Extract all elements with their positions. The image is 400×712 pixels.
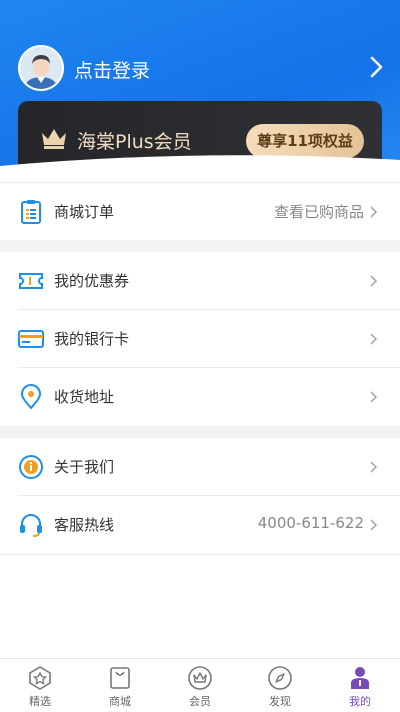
crown-icon (188, 666, 212, 690)
login-link[interactable]: 点击登录 (74, 56, 150, 83)
crown-icon (42, 129, 66, 149)
section-gap (0, 240, 400, 252)
menu-label: 关于我们 (54, 458, 115, 476)
menu-label: 商城订单 (54, 203, 115, 221)
clipboard-icon (21, 200, 41, 224)
menu-item-about[interactable]: 关于我们 (0, 438, 400, 496)
star-shield-icon (29, 666, 51, 690)
menu-label: 客服热线 (54, 516, 115, 534)
shopping-bag-icon (110, 667, 130, 689)
tab-mall[interactable]: 商城 (80, 659, 160, 712)
profile-icon (351, 667, 369, 689)
avatar[interactable] (18, 45, 64, 91)
profile-header: 点击登录 海棠Plus会员 尊享11项权益 (0, 0, 400, 190)
menu-extra: 查看已购商品 (273, 203, 364, 221)
location-pin-icon (20, 384, 42, 410)
tab-mine[interactable]: 我的 (320, 659, 400, 712)
headset-icon (20, 514, 42, 537)
tab-label: 精选 (29, 695, 51, 708)
bank-card-icon (18, 330, 44, 348)
tab-member[interactable]: 会员 (160, 659, 240, 712)
chevron-right-icon[interactable] (366, 54, 386, 80)
tab-label: 我的 (349, 695, 371, 708)
tab-featured[interactable]: 精选 (0, 659, 80, 712)
menu-label: 我的优惠券 (54, 272, 130, 290)
hotline-number: 4000-611-622 (257, 514, 364, 532)
menu-item-coupons[interactable]: 我的优惠券 (0, 252, 400, 310)
menu-label: 收货地址 (54, 388, 115, 406)
ticket-icon (19, 273, 43, 289)
tab-discover[interactable]: 发现 (240, 659, 320, 712)
menu-label: 我的银行卡 (54, 330, 130, 348)
chevron-right-icon (370, 461, 378, 473)
menu-item-hotline[interactable]: 客服热线 4000-611-622 (0, 496, 400, 554)
menu-item-address[interactable]: 收货地址 (0, 368, 400, 426)
chevron-right-icon (370, 206, 378, 218)
menu-item-orders[interactable]: 商城订单 查看已购商品 (0, 183, 400, 241)
user-avatar-icon (20, 47, 62, 89)
chevron-right-icon (370, 391, 378, 403)
bottom-tab-bar: 精选 商城 会员 发现 我的 (0, 658, 400, 712)
tab-label: 会员 (189, 695, 211, 708)
chevron-right-icon (370, 333, 378, 345)
menu-item-bank-cards[interactable]: 我的银行卡 (0, 310, 400, 368)
tab-label: 发现 (269, 695, 291, 708)
compass-icon (268, 666, 292, 690)
section-gap (0, 426, 400, 438)
chevron-right-icon (370, 519, 378, 531)
chevron-right-icon (370, 275, 378, 287)
info-icon (19, 455, 43, 479)
tab-label: 商城 (109, 695, 131, 708)
divider (0, 554, 400, 555)
